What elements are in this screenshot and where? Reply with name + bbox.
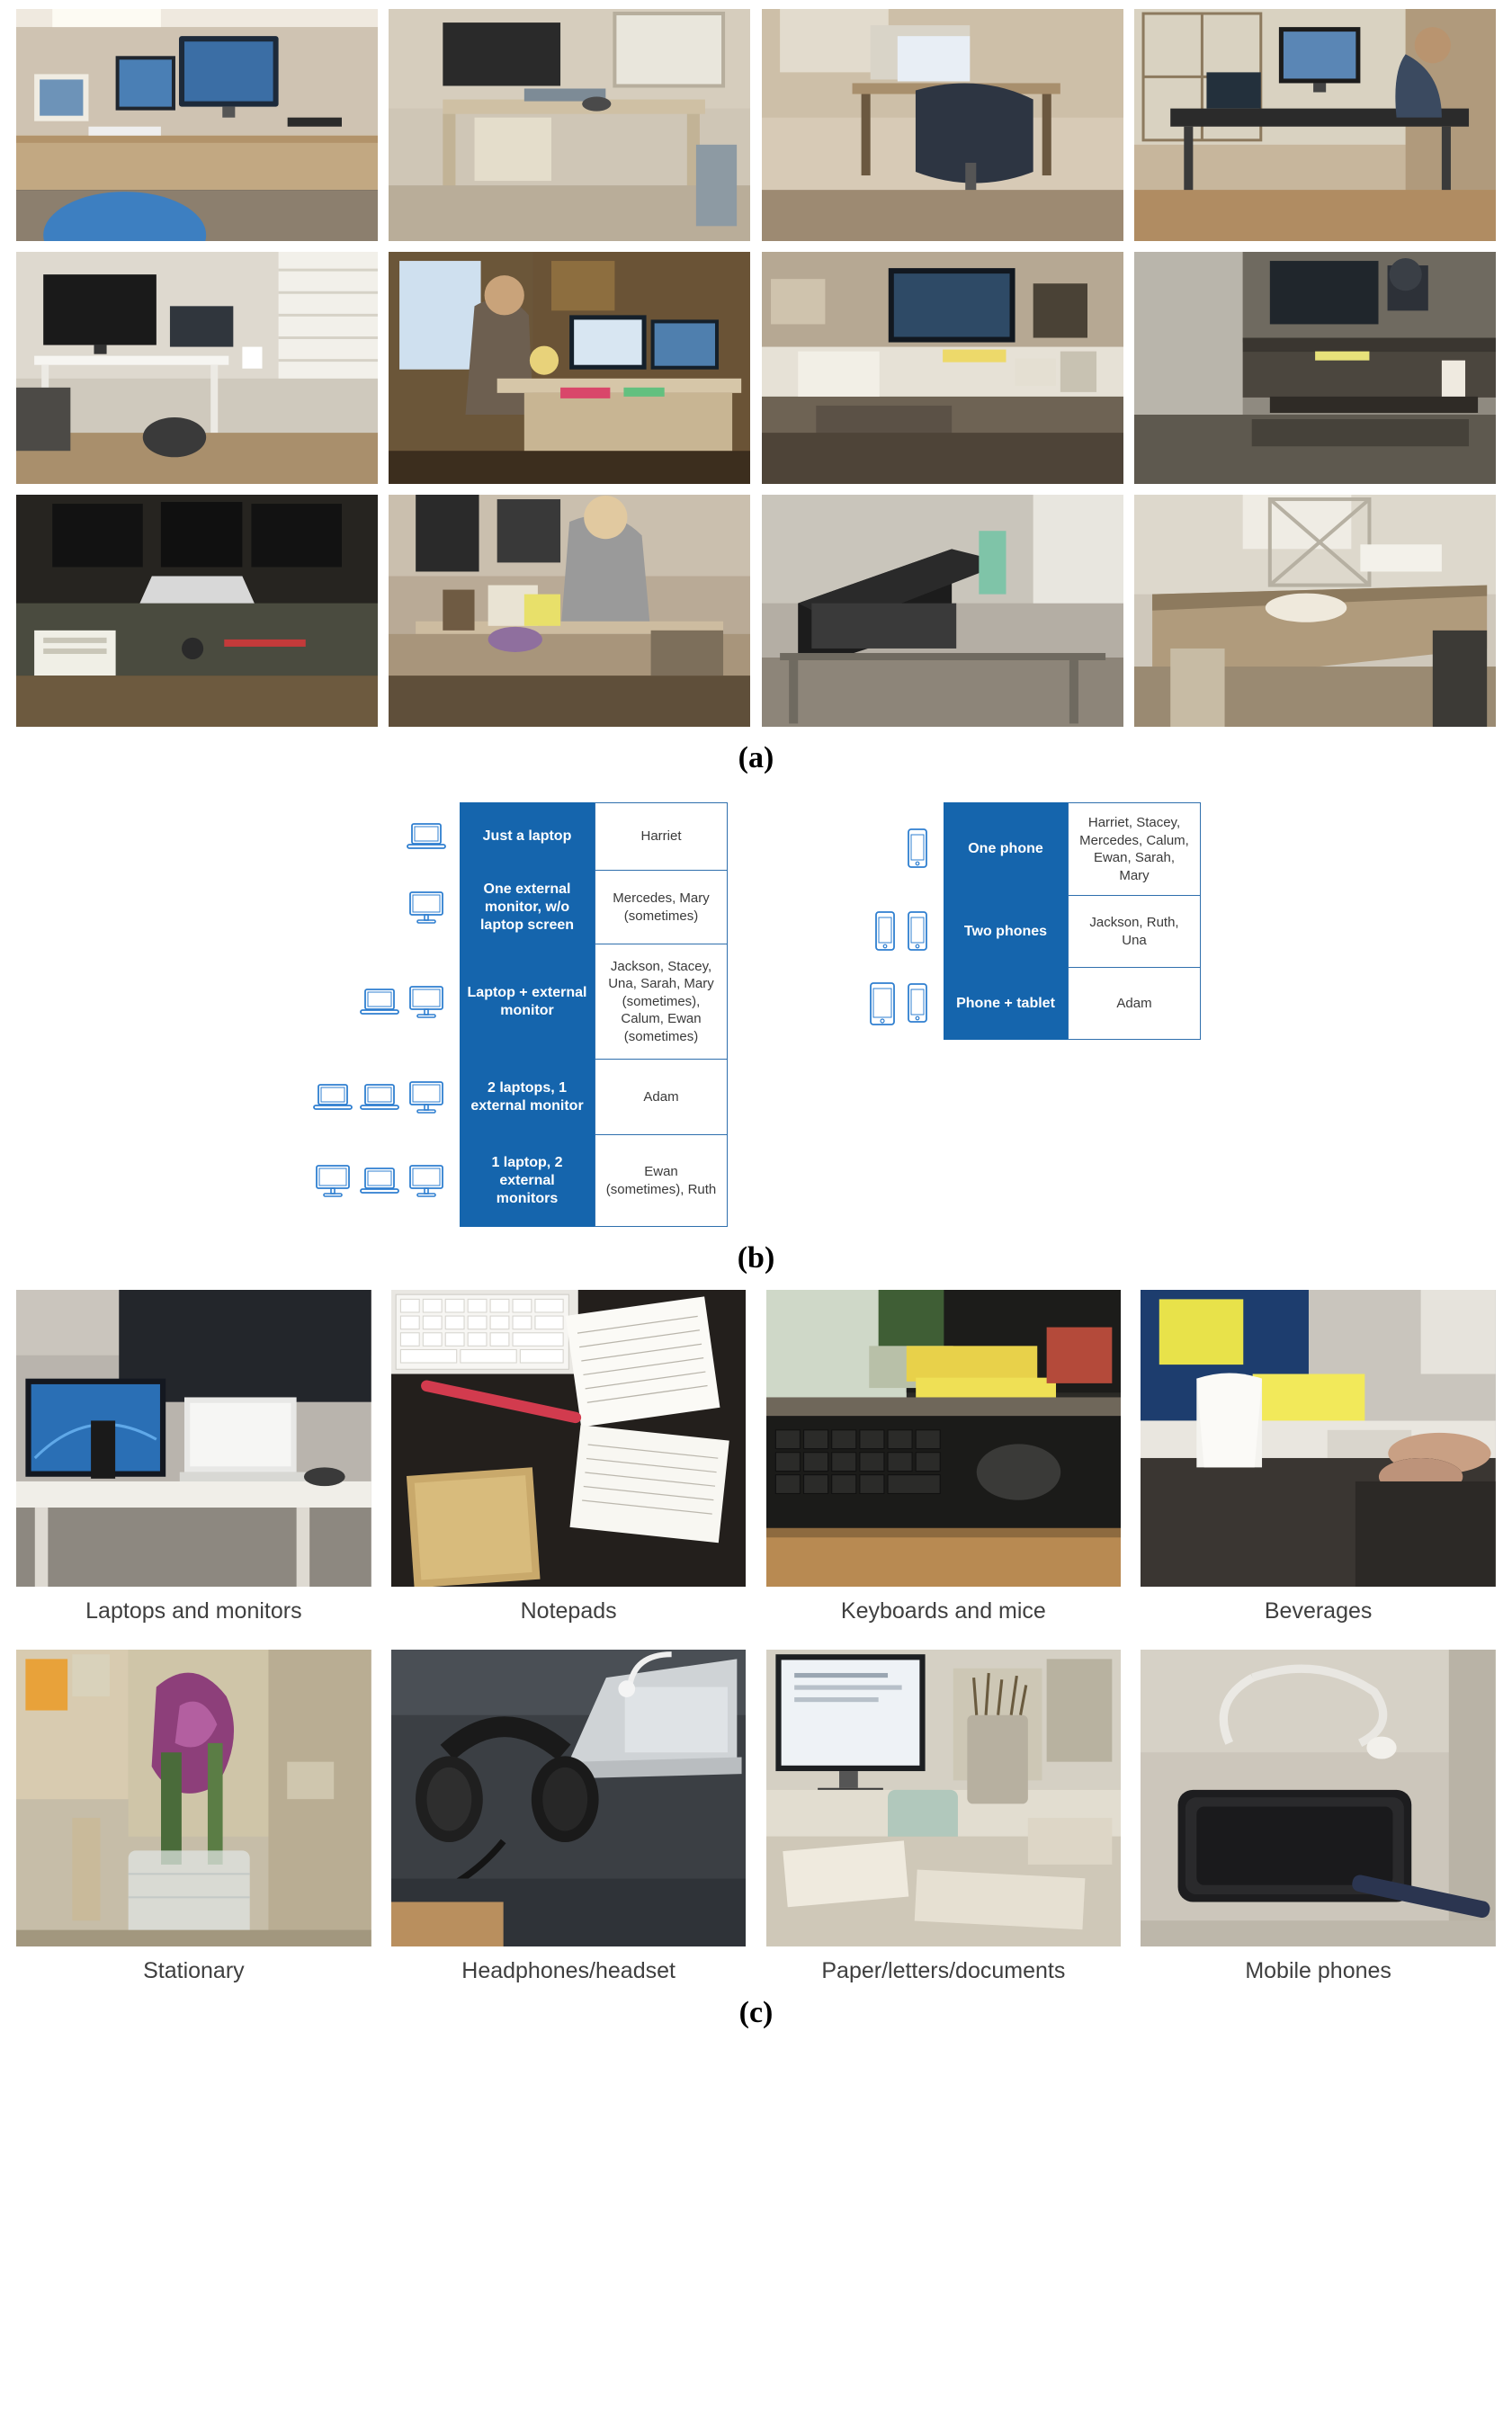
panel-b-caption: (b) [737,1241,775,1275]
panel-b: Just a laptop Harriet One external monit… [0,784,1512,1275]
panel-c-caption: Paper/letters/documents [821,1957,1066,1983]
panel-a-caption: (a) [738,741,774,774]
table-row: 2 laptops, 1 external monitor Adam [311,1060,728,1135]
row-label: One phone [944,802,1068,896]
row-label: 1 laptop, 2 external monitors [460,1135,595,1227]
row-names: Jackson, Ruth, Una [1068,896,1201,968]
phone-icon [872,909,899,954]
table-row: One external monitor, w/o laptop screen … [311,871,728,944]
panel-c-item: Notepads [390,1290,747,1641]
photo-a-6 [389,252,751,484]
phone-icon [904,909,931,954]
panel-c-caption: Headphones/headset [461,1957,675,1983]
row-label: Just a laptop [460,802,595,871]
table-row: 1 laptop, 2 external monitors Ewan (some… [311,1135,728,1227]
panel-c-item: Laptops and monitors [16,1290,371,1641]
tablet-icon [866,980,899,1027]
row-label: Two phones [944,896,1068,968]
row-names: Jackson, Stacey, Una, Sarah, Mary (somet… [595,944,728,1060]
row-icons [836,802,944,896]
table-row: Phone + tablet Adam [836,968,1201,1040]
photo-a-1 [16,9,379,241]
row-icons [311,944,460,1060]
monitor-icon [406,1163,447,1199]
row-label: One external monitor, w/o laptop screen [460,871,595,944]
photo-c-6 [390,1649,747,1946]
photo-a-8 [1133,252,1496,484]
panel-c-item: Headphones/headset [390,1649,747,2000]
row-names: Adam [1068,968,1201,1040]
phone-icon [904,981,931,1026]
laptop-icon [359,1166,400,1196]
row-icons [311,1135,460,1227]
photo-c-2 [390,1290,747,1587]
photo-a-3 [761,9,1123,241]
photo-a-5 [16,252,379,484]
photo-a-11 [761,495,1123,727]
row-names: Mercedes, Mary (sometimes) [595,871,728,944]
monitor-icon [312,1163,353,1199]
photo-c-8 [1141,1649,1496,1946]
computer-setup-table: Just a laptop Harriet One external monit… [311,802,728,1227]
row-names: Ewan (sometimes), Ruth [595,1135,728,1227]
panel-c-caption: Laptops and monitors [85,1598,302,1624]
row-label: Laptop + external monitor [460,944,595,1060]
row-names: Harriet, Stacey, Mercedes, Calum, Ewan, … [1068,802,1201,896]
photo-a-12 [1133,495,1496,727]
table-row: Laptop + external monitor Jackson, Stace… [311,944,728,1060]
panel-c-item: Beverages [1141,1290,1496,1641]
monitor-icon [406,1079,447,1115]
laptop-icon [359,987,400,1017]
photo-a-9 [16,495,379,727]
monitor-icon [406,890,447,926]
photo-c-7 [765,1649,1122,1946]
panel-c-caption-letter: (c) [738,1996,774,2029]
laptop-icon [312,1082,353,1113]
photo-c-3 [765,1290,1122,1587]
panel-c-caption: Notepads [520,1598,617,1624]
row-label: Phone + tablet [944,968,1068,1040]
laptop-icon [359,1082,400,1113]
photo-c-5 [16,1649,371,1946]
laptop-icon [406,821,447,852]
row-icons [311,802,460,871]
panel-c-caption: Stationary [143,1957,245,1983]
photo-c-1 [16,1290,371,1587]
row-icons [311,1060,460,1135]
row-names: Harriet [595,802,728,871]
row-icons [836,968,944,1040]
photo-a-4 [1133,9,1496,241]
table-row: Just a laptop Harriet [311,802,728,871]
photo-c-4 [1141,1290,1496,1587]
panel-c-caption: Mobile phones [1245,1957,1391,1983]
panel-c-item: Mobile phones [1141,1649,1496,2000]
photo-a-2 [389,9,751,241]
row-icons [311,871,460,944]
photo-a-10 [389,495,751,727]
table-row: One phone Harriet, Stacey, Mercedes, Cal… [836,802,1201,896]
panel-c-item: Keyboards and mice [765,1290,1122,1641]
row-icons [836,896,944,968]
panel-c-caption: Beverages [1264,1598,1373,1624]
panel-a-photo-grid [16,9,1496,727]
row-label: 2 laptops, 1 external monitor [460,1060,595,1135]
phone-icon [904,827,931,872]
row-names: Adam [595,1060,728,1135]
panel-c: Laptops and monitors Notepads Keyboards … [0,1284,1512,2030]
panel-c-item: Paper/letters/documents [765,1649,1122,2000]
panel-c-photo-grid: Laptops and monitors Notepads Keyboards … [16,1290,1496,2000]
table-row: Two phones Jackson, Ruth, Una [836,896,1201,968]
panel-c-caption: Keyboards and mice [840,1598,1046,1624]
figure-page: (a) Just a laptop Harriet One external m… [0,0,1512,2030]
monitor-icon [406,984,447,1020]
photo-a-7 [761,252,1123,484]
panel-a: (a) [0,0,1512,775]
phone-setup-table: One phone Harriet, Stacey, Mercedes, Cal… [836,802,1201,1040]
panel-c-item: Stationary [16,1649,371,2000]
